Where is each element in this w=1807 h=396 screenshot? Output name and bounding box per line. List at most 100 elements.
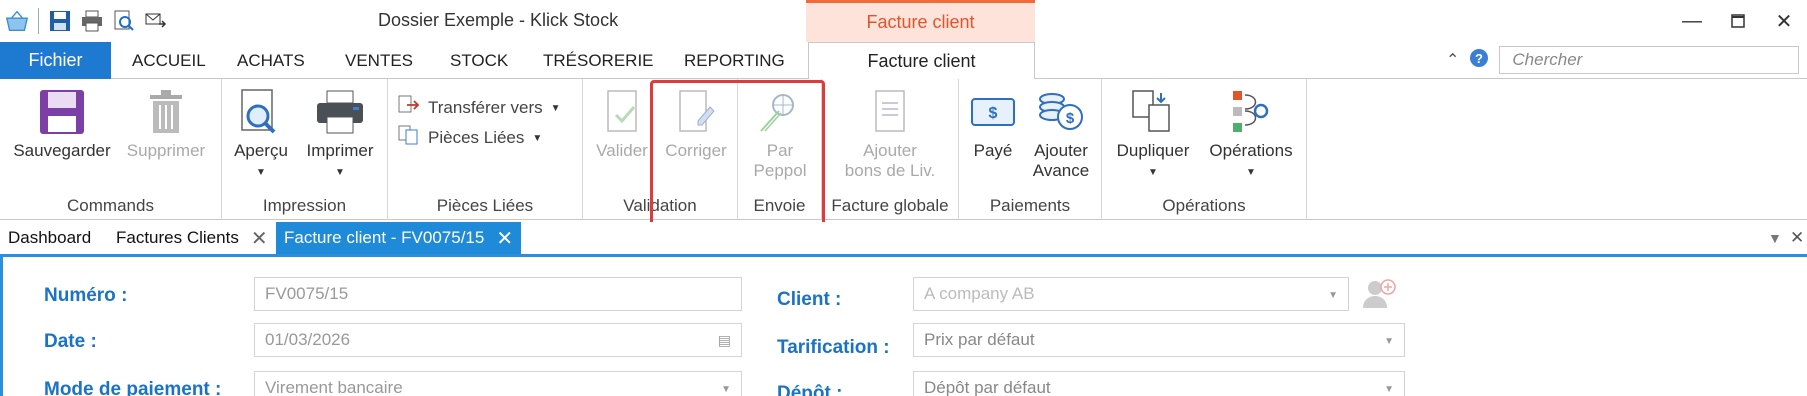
doc-tab-label: Dashboard xyxy=(8,228,92,247)
add-delivery-label-line1: Ajouter xyxy=(863,141,917,160)
trash-icon xyxy=(139,85,193,139)
add-advance-button[interactable]: $ Ajouter Avance xyxy=(1023,85,1099,181)
save-button[interactable]: Sauvegarder xyxy=(8,85,116,161)
depot-select[interactable]: Dépôt par défaut ▼ xyxy=(913,371,1405,396)
doc-tab-facture-client[interactable]: Facture client - FV0075/15 ✕ xyxy=(276,222,522,254)
basket-logo-icon xyxy=(4,8,30,34)
save-icon[interactable] xyxy=(47,8,73,34)
ribbon-right-tools: ⌃ ? Chercher xyxy=(1446,46,1800,74)
correct-label: Corriger xyxy=(665,141,727,160)
preview-icon xyxy=(234,85,288,139)
transfer-icon xyxy=(398,95,420,120)
numero-field[interactable]: FV0075/15 xyxy=(254,277,742,311)
tab-tresorerie[interactable]: TRÉSORERIE xyxy=(543,42,654,79)
client-select[interactable]: A company AB ▼ xyxy=(913,277,1349,311)
group-label: Validation xyxy=(623,196,697,215)
preview-button[interactable]: Aperçu ▼ xyxy=(226,85,296,183)
close-tab-icon[interactable]: ✕ xyxy=(251,226,268,251)
doc-tab-dashboard[interactable]: Dashboard xyxy=(8,222,91,254)
date-field[interactable]: 01/03/2026 ▤ xyxy=(254,323,742,357)
delete-button[interactable]: Supprimer xyxy=(118,85,214,161)
tab-accueil[interactable]: ACCUEIL xyxy=(132,42,206,79)
print-button[interactable]: Imprimer ▼ xyxy=(296,85,384,183)
numero-value: FV0075/15 xyxy=(265,284,349,303)
group-validation: Valider Corriger Validation xyxy=(583,79,738,220)
window-controls: — ✕ xyxy=(1669,0,1807,42)
tab-reporting[interactable]: REPORTING xyxy=(684,42,785,79)
invoice-form: Numéro : FV0075/15 Date : 01/03/2026 ▤ M… xyxy=(0,257,1807,396)
transfer-button[interactable]: Transférer vers ▼ xyxy=(398,95,561,120)
quick-access-toolbar xyxy=(4,4,169,38)
duplicate-button[interactable]: Dupliquer ▼ xyxy=(1108,85,1198,183)
search-input[interactable]: Chercher xyxy=(1499,46,1800,74)
chevron-down-icon: ▼ xyxy=(1328,290,1338,301)
help-icon[interactable]: ? xyxy=(1469,48,1489,73)
send-mail-icon[interactable] xyxy=(143,8,169,34)
workflow-gear-icon xyxy=(1224,85,1278,139)
minimize-icon[interactable]: — xyxy=(1669,0,1715,42)
ribbon-body: Sauvegarder Supprimer Commands Aperçu ▼ … xyxy=(0,79,1807,220)
close-icon[interactable]: ✕ xyxy=(1761,0,1807,42)
date-value: 01/03/2026 xyxy=(265,330,351,349)
linked-pieces-button[interactable]: Pièces Liées ▼ xyxy=(398,125,542,150)
delivery-notes-icon xyxy=(863,85,917,139)
tarification-select[interactable]: Prix par défaut ▼ xyxy=(913,323,1405,357)
save-label: Sauvegarder xyxy=(13,141,111,160)
group-paiements: $ Payé $ Ajouter Avance Paiements xyxy=(959,79,1102,220)
group-pieces-liees: Transférer vers ▼ Pièces Liées ▼ Pièces … xyxy=(388,79,583,220)
group-label: Envoie xyxy=(753,196,806,215)
tab-stock[interactable]: STOCK xyxy=(450,42,508,79)
tab-facture-client[interactable]: Facture client xyxy=(808,42,1035,80)
tab-ventes[interactable]: VENTES xyxy=(345,42,413,79)
close-all-tabs-icon[interactable]: ✕ xyxy=(1790,222,1804,254)
duplicate-label: Dupliquer xyxy=(1116,141,1190,160)
peppol-button[interactable]: Par Peppol xyxy=(742,85,818,181)
add-delivery-label-line2: bons de Liv. xyxy=(844,161,936,180)
print-icon[interactable] xyxy=(79,8,105,34)
operations-button[interactable]: Opérations ▼ xyxy=(1200,85,1302,183)
add-advance-label-line1: Ajouter xyxy=(1034,141,1088,160)
paid-label: Payé xyxy=(973,141,1013,160)
banknote-icon: $ xyxy=(966,85,1020,139)
group-label: Pièces Liées xyxy=(436,196,534,215)
group-label: Commands xyxy=(67,196,154,215)
mode-paiement-select[interactable]: Virement bancaire ▼ xyxy=(254,371,742,396)
operations-label: Opérations xyxy=(1209,141,1293,160)
context-tab-header: Facture client xyxy=(806,0,1035,42)
linked-documents-icon xyxy=(398,125,420,150)
paid-button[interactable]: $ Payé xyxy=(965,85,1021,161)
tarification-value: Prix par défaut xyxy=(924,330,1035,349)
calendar-icon[interactable]: ▤ xyxy=(718,332,731,349)
chevron-down-icon: ▼ xyxy=(1384,384,1394,395)
group-label: Paiements xyxy=(989,196,1071,215)
peppol-label-line2: Peppol xyxy=(753,161,807,180)
group-envoie: Par Peppol Envoie xyxy=(738,79,822,220)
ribbon-tabs: Fichier ACCUEIL ACHATS VENTES STOCK TRÉS… xyxy=(0,42,1807,80)
doc-tab-factures-clients[interactable]: Factures Clients ✕ xyxy=(116,222,268,254)
peppol-label-line1: Par xyxy=(766,141,794,160)
group-operations: Dupliquer ▼ Opérations ▼ Opérations xyxy=(1102,79,1307,220)
add-client-icon[interactable] xyxy=(1362,278,1396,315)
tab-fichier[interactable]: Fichier xyxy=(0,42,111,79)
depot-label: Dépôt : xyxy=(777,383,843,396)
close-tab-icon[interactable]: ✕ xyxy=(496,226,513,251)
chevron-down-icon: ▼ xyxy=(256,167,266,178)
correct-button[interactable]: Corriger xyxy=(657,85,735,161)
tab-achats[interactable]: ACHATS xyxy=(237,42,305,79)
chevron-down-icon: ▼ xyxy=(532,133,543,144)
mode-paiement-label: Mode de paiement : xyxy=(44,379,222,396)
tarification-label: Tarification : xyxy=(777,337,890,358)
tab-list-dropdown-icon[interactable]: ▼ xyxy=(1768,222,1782,254)
print-preview-icon[interactable] xyxy=(111,8,137,34)
document-tabs: Dashboard Factures Clients ✕ Facture cli… xyxy=(0,222,1807,257)
edit-document-icon xyxy=(669,85,723,139)
collapse-ribbon-icon[interactable]: ⌃ xyxy=(1446,50,1459,70)
maximize-icon[interactable] xyxy=(1715,0,1761,42)
chevron-down-icon: ▼ xyxy=(721,384,731,395)
validate-button[interactable]: Valider xyxy=(587,85,657,161)
add-advance-label-line2: Avance xyxy=(1032,161,1090,180)
add-delivery-notes-button[interactable]: Ajouter bons de Liv. xyxy=(826,85,954,181)
duplicate-icon xyxy=(1126,85,1180,139)
window-title: Dossier Exemple - Klick Stock xyxy=(378,10,619,30)
peppol-network-icon xyxy=(753,85,807,139)
